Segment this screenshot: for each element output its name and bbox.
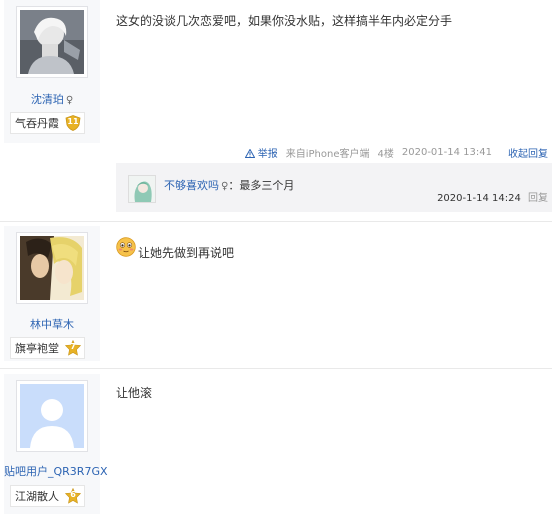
author-sidebar: 林中草木 旗亭袍堂 7 [4, 226, 100, 361]
author-sidebar: 贴吧用户_QR3R7GX 江湖散人 6 [4, 374, 108, 514]
level-badge-row[interactable]: 旗亭袍堂 7 [10, 337, 85, 359]
avatar-image [20, 10, 84, 74]
level-shield-icon: 7 [65, 340, 81, 356]
post-floor-4: 沈清珀 ♀ 气吞丹霞 11 这女的没谈几次恋爱吧，如果你没水贴，这样搞半年内必定分… [0, 0, 552, 214]
post-content: 这女的没谈几次恋爱吧，如果你没水贴，这样搞半年内必定分手 [116, 14, 453, 28]
level-title: 旗亭袍堂 [15, 342, 59, 355]
level-number: 6 [70, 490, 76, 499]
reply-meta: 2020-1-14 14:24 回复 [437, 189, 548, 204]
post-content: 让他滚 [116, 386, 153, 400]
level-shield-icon: 6 [65, 488, 81, 504]
level-badge-row[interactable]: 江湖散人 6 [10, 485, 85, 507]
level-shield-icon: 11 [65, 115, 81, 131]
avatar-image [20, 236, 84, 300]
avatar[interactable] [16, 6, 88, 78]
report-link[interactable]: 举报 [244, 145, 278, 160]
reply-user[interactable]: 不够喜欢吗 [164, 179, 219, 192]
author-name[interactable]: 贴吧用户_QR3R7GX [4, 463, 108, 479]
warning-icon [244, 148, 255, 158]
author-name-text[interactable]: 林中草木 [30, 318, 74, 331]
post-time: 2020-01-14 13:41 [401, 147, 492, 158]
avatar[interactable] [16, 232, 88, 304]
post-text: 让她先做到再说吧 [138, 246, 235, 260]
avatar[interactable] [16, 380, 88, 452]
reply-button[interactable]: 回复 [528, 193, 548, 204]
reply-avatar[interactable] [128, 175, 156, 203]
post-divider [0, 368, 552, 369]
author-sidebar: 沈清珀 ♀ 气吞丹霞 11 [4, 0, 100, 143]
collapse-replies-link[interactable]: 收起回复 [508, 145, 548, 160]
embarrassed-face-emoji-icon [116, 236, 136, 257]
level-title: 气吞丹霞 [15, 117, 59, 130]
post-content: 让她先做到再说吧 [116, 232, 234, 261]
reply-text: 最多三个月 [239, 179, 295, 192]
level-number: 7 [70, 342, 76, 351]
report-label[interactable]: 举报 [258, 149, 278, 160]
reply-line: 不够喜欢吗 ♀：最多三个月 [164, 177, 294, 193]
level-badge-row[interactable]: 气吞丹霞 11 [10, 112, 85, 134]
reply-box: 不够喜欢吗 ♀：最多三个月 2020-1-14 14:24 回复 [116, 163, 552, 212]
post-meta: 举报 来自iPhone客户端 4楼 2020-01-14 13:41 收起回复 [244, 145, 548, 160]
default-avatar-icon [20, 384, 84, 448]
author-name-text[interactable]: 贴吧用户_QR3R7GX [4, 465, 108, 478]
reply-time: 2020-1-14 14:24 [437, 193, 521, 204]
author-name[interactable]: 林中草木 [4, 316, 100, 332]
author-name[interactable]: 沈清珀 ♀ [4, 91, 100, 107]
floor-number: 4楼 [377, 149, 394, 160]
post-floor-6: 贴吧用户_QR3R7GX 江湖散人 6 让他滚 [0, 374, 552, 514]
post-divider [0, 221, 552, 222]
source-text: 来自iPhone客户端 [285, 149, 370, 160]
level-title: 江湖散人 [15, 490, 59, 503]
gender-female-icon: ♀ [65, 95, 74, 106]
level-number: 11 [67, 117, 79, 126]
post-floor-5: 林中草木 旗亭袍堂 7 让她先做到再说吧 [0, 226, 552, 366]
reply-separator: ： [228, 179, 240, 192]
author-name-text[interactable]: 沈清珀 [31, 93, 64, 106]
